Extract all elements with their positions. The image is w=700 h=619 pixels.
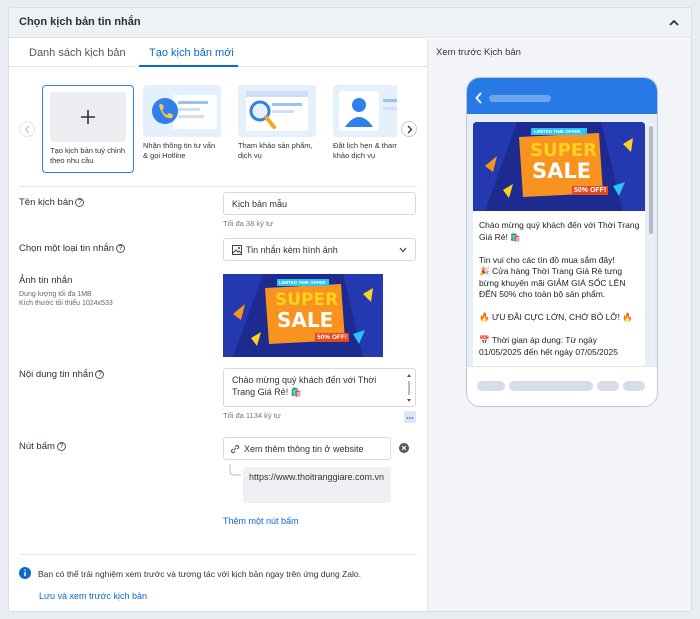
phone-mockup: LIMITED TIME OFFER SUPER SALE 50% OFF! C… [466,77,658,407]
tab-create-scenario[interactable]: Tạo kịch bản mới [149,47,234,59]
banner-super-text: SUPER [275,290,339,310]
magnifier-icon [246,91,308,131]
template-caption: Đặt lịch hẹn & tham khảo dịch vụ [333,141,397,160]
buttons-label-text: Nút bấm [19,441,55,452]
template-thumb [238,85,316,137]
message-content-label-text: Nội dung tin nhắn [19,369,94,380]
message-type-label: Chọn một loại tin nhắn? [19,243,126,254]
banner-sale-text: SALE [532,159,592,183]
banner-off-text: 50% OFF! [315,333,349,342]
save-preview-link[interactable]: Lưu và xem trước kịch bản [39,591,147,601]
action-pill [509,381,593,391]
message-content-textarea[interactable]: Chào mừng quý khách đến với Thời Trang G… [223,368,416,407]
help-icon[interactable]: ? [95,370,105,379]
banner-limited-text: LIMITED TIME OFFER [279,280,326,285]
message-bubble: LIMITED TIME OFFER SUPER SALE 50% OFF! C… [473,122,645,370]
template-caption: Tham khảo sản phẩm, dịch vụ [238,141,313,160]
template-thumb [333,85,397,137]
banner-off-text: 50% OFF! [572,186,609,195]
message-image-label: Ảnh tin nhắn [19,275,73,286]
zalo-info-text: Bạn có thể trải nghiệm xem trước và tươn… [38,569,361,579]
active-tab-indicator [139,65,238,67]
phone-footer [467,366,657,406]
message-type-label-text: Chọn một loại tin nhắn [19,243,115,254]
banner-super-text: SUPER [530,140,597,161]
message-image-preview[interactable]: LIMITED TIME OFFER SUPER SALE 50% OFF! [223,274,383,357]
chat-name-placeholder [489,95,551,102]
preview-scroll-thumb[interactable] [649,126,653,234]
editor-pane: Danh sách kịch bản Tạo kịch bản mới Tạo … [9,39,427,611]
carousel-next-button[interactable] [401,121,417,137]
banner-sale-text: SALE [277,308,334,332]
message-content-value: Chào mừng quý khách đến với Thời Trang G… [232,375,377,397]
scenario-panel: Chọn kịch bản tin nhắn Danh sách kịch bả… [8,7,692,612]
template-card-products[interactable]: Tham khảo sản phẩm, dịch vụ [238,85,316,173]
template-card-appointment[interactable]: Đặt lịch hẹn & tham khảo dịch vụ [333,85,397,173]
action-pill [623,381,645,391]
cta-button-text: Xem thêm thông tin ở website [244,444,364,454]
chevron-down-icon [399,247,407,253]
tab-bar: Danh sách kịch bản Tạo kịch bản mới [9,39,427,67]
message-type-value: Tin nhắn kèm hình ảnh [246,245,338,255]
phone-icon [152,95,217,129]
divider [19,186,417,187]
tab-scenario-list[interactable]: Danh sách kịch bản [29,47,126,59]
template-caption: Tạo kịch bản tuỳ chỉnh theo nhu cầu [50,146,126,165]
chat-area: LIMITED TIME OFFER SUPER SALE 50% OFF! C… [467,114,657,370]
template-caption: Nhận thông tin tư vấn & gọi Hotline [143,141,216,160]
person-icon [339,91,397,131]
image-icon [232,245,242,255]
message-type-select[interactable]: Tin nhắn kèm hình ảnh [223,238,416,261]
preview-message-text: Chào mừng quý khách đến với Thời Trang G… [479,220,640,357]
scenario-name-hint: Tối đa 38 ký tự [223,219,274,228]
divider [19,554,417,555]
remove-button-icon[interactable] [399,443,409,453]
buttons-label: Nút bấm? [19,441,66,452]
cta-url-field[interactable]: https://www.thoitranggiare.com.vn [243,467,391,503]
template-card-hotline[interactable]: Nhận thông tin tư vấn & gọi Hotline [143,85,221,173]
cta-button-input[interactable]: Xem thêm thông tin ở website [223,437,391,460]
connector-line [229,464,241,476]
action-pill [477,381,505,391]
panel-title: Chọn kịch bản tin nhắn [19,16,141,28]
preview-title: Xem trước Kịch bản [436,47,521,58]
scenario-name-label: Tên kịch bản? [19,197,85,208]
help-icon[interactable]: ? [75,198,85,207]
image-dimension-limit: Kích thước tối thiểu 1024x533 [19,300,113,307]
more-options-button[interactable] [404,411,416,423]
phone-header [467,78,657,114]
preview-scrollbar[interactable] [649,124,653,362]
ellipsis-icon [406,417,414,419]
panel-header[interactable]: Chọn kịch bản tin nhắn [9,8,691,38]
textarea-scrollbar[interactable] [406,373,412,403]
preview-banner-image: LIMITED TIME OFFER SUPER SALE 50% OFF! [473,122,645,211]
scenario-name-label-text: Tên kịch bản [19,197,74,208]
template-card-appointment-clip: Đặt lịch hẹn & tham khảo dịch vụ [333,85,397,173]
action-pill [597,381,619,391]
add-button-link[interactable]: Thêm một nút bấm [223,516,299,526]
link-icon [231,445,240,454]
message-content-hint: Tối đa 1134 ký tự [223,411,281,420]
chevron-left-icon [24,125,30,134]
template-thumb [143,85,221,137]
template-card-custom[interactable]: Tạo kịch bản tuỳ chỉnh theo nhu cầu [42,85,134,173]
message-content-label: Nội dung tin nhắn? [19,369,105,380]
scenario-name-input[interactable]: Kịch bản mẫu [223,192,416,215]
plus-icon [81,110,95,124]
template-thumb [50,92,126,142]
chevron-up-icon[interactable] [667,16,681,30]
carousel-prev-button[interactable] [19,121,35,137]
banner-limited-text: LIMITED TIME OFFER [534,129,581,134]
back-arrow-icon[interactable] [475,92,483,104]
preview-pane: Xem trước Kịch bản LIMITED TIME OFFER SU… [427,39,691,611]
help-icon[interactable]: ? [56,442,66,451]
chevron-right-icon [407,125,413,134]
image-size-limit: Dung lượng tối đa 1MB [19,291,92,298]
info-icon [19,567,31,579]
help-icon[interactable]: ? [116,244,126,253]
